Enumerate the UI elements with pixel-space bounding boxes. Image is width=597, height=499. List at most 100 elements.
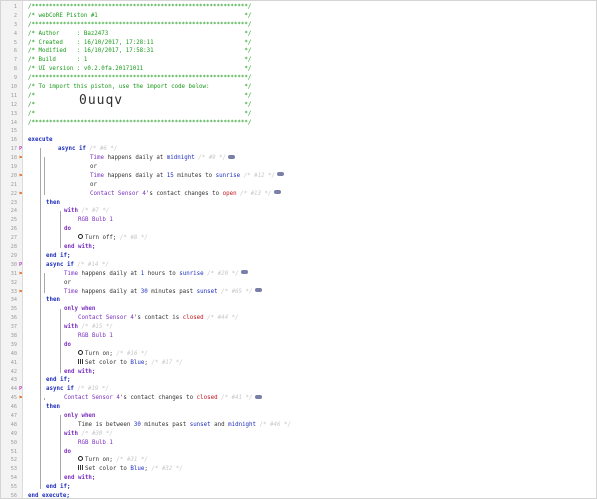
- add-statement-icon[interactable]: [228, 154, 236, 159]
- code-line[interactable]: 53 Set color to Blue; /* #32 */: [1, 465, 596, 474]
- code-token: sunset: [189, 421, 211, 428]
- header-comment: /* */: [28, 92, 252, 99]
- block-guide-line: [44, 397, 45, 400]
- device-contact-sensor-4: Contact Sensor 4: [78, 315, 134, 322]
- add-statement-icon[interactable]: [254, 288, 262, 292]
- code-line[interactable]: 50 RGB Bulb 1: [1, 439, 596, 448]
- add-statement-icon[interactable]: [277, 172, 285, 177]
- code-line[interactable]: 33 ⚑ Time happens daily at 30 minutes past…: [1, 288, 596, 297]
- code-line[interactable]: 5 /* Created : 16/10/2017, 17:28:11 */: [1, 39, 596, 48]
- code-line[interactable]: 22 ⚑ Contact Sensor 4's contact changes to…: [1, 190, 596, 199]
- code-line[interactable]: 25 RGB Bulb 1: [1, 216, 596, 225]
- code-token: happens daily at: [103, 155, 167, 162]
- code-line[interactable]: 48 Time is between 30 minutes past sunset…: [1, 421, 596, 430]
- keyword-end-with: end with;: [64, 244, 96, 251]
- code-line[interactable]: 47 only when: [1, 412, 596, 421]
- code-line[interactable]: 17 Pasync if /* #6 */: [1, 145, 596, 154]
- code-line[interactable]: 3 /**************************************…: [1, 21, 596, 30]
- statement-id-comment: /* #41 */: [221, 395, 253, 402]
- code-line[interactable]: 45 ⚑ Contact Sensor 4's contact changes to…: [1, 394, 596, 403]
- keyword-do: do: [64, 226, 71, 233]
- code-line[interactable]: 18 ⚑ Time happens daily at midnight /* #9 …: [1, 154, 596, 163]
- device-time: Time: [90, 172, 104, 179]
- code-line[interactable]: 41 Set color to Blue; /* #17 */: [1, 358, 596, 368]
- code-line[interactable]: 16 execute: [1, 136, 596, 145]
- code-line[interactable]: 49 with /* #30 */: [1, 430, 596, 439]
- line-number: 4: [13, 30, 17, 37]
- keyword-do: do: [64, 341, 71, 348]
- code-line[interactable]: 44 Pasync if /* #19 */: [1, 385, 596, 394]
- add-statement-icon[interactable]: [240, 270, 248, 275]
- line-number: 17: [10, 146, 17, 153]
- code-line[interactable]: 7 /* Build : 1 */: [1, 56, 596, 65]
- add-statement-icon[interactable]: [254, 394, 262, 399]
- code-line[interactable]: 51 do: [1, 448, 596, 457]
- code-token: sunrise: [215, 172, 241, 179]
- code-token: 30: [140, 288, 148, 295]
- code-line[interactable]: 46 then: [1, 403, 596, 412]
- code-token: and: [210, 421, 229, 428]
- code-line[interactable]: 15: [1, 127, 596, 136]
- statement: then: [28, 199, 60, 208]
- statement: Contact Sensor 4's contact changes to cl…: [28, 394, 262, 403]
- code-line[interactable]: 13 /* */: [1, 110, 596, 119]
- code-line[interactable]: 34 then: [1, 296, 596, 305]
- line-number: 37: [10, 324, 17, 331]
- add-statement-icon[interactable]: [273, 190, 281, 195]
- keyword-end-if: end if;: [46, 484, 71, 491]
- code-line[interactable]: 43 end if;: [1, 376, 596, 385]
- block-guide-line: [44, 273, 45, 293]
- code-line[interactable]: 6 /* Modified : 16/10/2017, 17:58:31 */: [1, 47, 596, 56]
- code-line[interactable]: 23 then: [1, 199, 596, 208]
- block-guide-line: [60, 308, 61, 373]
- code-line[interactable]: 21 or: [1, 181, 596, 190]
- code-line[interactable]: 2 /* webCoRE Piston #1 */: [1, 12, 596, 21]
- line-number: 35: [10, 306, 17, 313]
- line-number: 51: [10, 448, 17, 455]
- code-token: 30: [133, 421, 141, 428]
- code-token: 's contact is: [133, 315, 183, 322]
- code-line[interactable]: 32 or: [1, 279, 596, 288]
- code-line[interactable]: 28 end with;: [1, 243, 596, 252]
- code-line[interactable]: 24 with /* #7 */: [1, 207, 596, 216]
- code-line[interactable]: 29 end if;: [1, 252, 596, 261]
- trigger-flag-icon: ⚑: [19, 395, 23, 402]
- statement: then: [28, 403, 60, 412]
- piston-code-editor[interactable]: 1 /**************************************…: [0, 0, 597, 499]
- code-line[interactable]: 31 ⚑ Time happens daily at 1 hours to sunr…: [1, 270, 596, 279]
- code-line[interactable]: 39 do: [1, 341, 596, 350]
- code-line[interactable]: 10 /* To import this piston, use the impo…: [1, 83, 596, 92]
- code-line[interactable]: 55 end if;: [1, 483, 596, 492]
- code-line[interactable]: 1 /**************************************…: [1, 3, 596, 12]
- code-line[interactable]: 36 Contact Sensor 4's contact is closed /…: [1, 314, 596, 323]
- code-line[interactable]: 19 or: [1, 163, 596, 172]
- code-line[interactable]: 38 RGB Bulb 1: [1, 332, 596, 341]
- code-line[interactable]: 8 /* UI version : v0.2.0fa.20171011 */: [1, 65, 596, 74]
- statement-id-comment: /* #32 */: [151, 466, 183, 473]
- code-line[interactable]: 37 with /* #15 */: [1, 323, 596, 332]
- line-number: 20: [10, 172, 17, 179]
- code-line[interactable]: 4 /* Author : Baz2473 */: [1, 30, 596, 39]
- code-line[interactable]: 54 end with;: [1, 474, 596, 483]
- code-line[interactable]: 27 Turn off; /* #8 */: [1, 234, 596, 243]
- code-line[interactable]: 56 end execute;: [1, 492, 596, 498]
- code-line[interactable]: 42 end with;: [1, 368, 596, 377]
- import-code[interactable]: 0uuqv: [79, 94, 123, 107]
- code-line[interactable]: 52 Turn on; /* #31 */: [1, 456, 596, 465]
- code-line[interactable]: 14 /*************************************…: [1, 119, 596, 128]
- code-line[interactable]: 12 /* */0uuqv: [1, 94, 596, 110]
- code-line[interactable]: 20 ⚑ Time happens daily at 15 minutes to s…: [1, 172, 596, 181]
- statement: Time happens daily at 15 minutes to sunr…: [28, 172, 285, 181]
- code-line[interactable]: 26 do: [1, 225, 596, 234]
- code-line[interactable]: 35 only when: [1, 305, 596, 314]
- code-line[interactable]: 30 Pasync if /* #14 */: [1, 261, 596, 270]
- code-line[interactable]: 40 Turn on; /* #16 */: [1, 349, 596, 359]
- line-number: 7: [13, 57, 17, 64]
- line-number: 32: [10, 279, 17, 286]
- statement: Time happens daily at 30 minutes past su…: [28, 288, 262, 297]
- line-number: 6: [13, 48, 17, 55]
- statement-id-comment: /* #44 */: [207, 315, 239, 322]
- keyword-end-if: end if;: [46, 252, 71, 259]
- code-token: 's contact changes to: [119, 395, 197, 402]
- code-line[interactable]: 9 /**************************************…: [1, 74, 596, 83]
